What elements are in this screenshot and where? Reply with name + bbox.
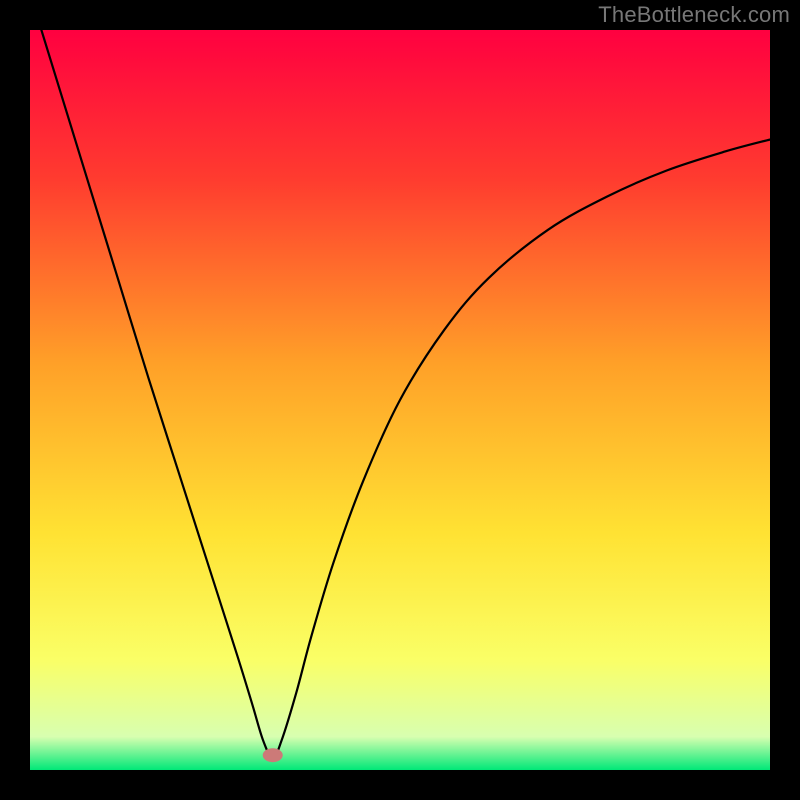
minimum-marker	[263, 748, 283, 762]
chart-frame: TheBottleneck.com	[0, 0, 800, 800]
watermark-text: TheBottleneck.com	[598, 2, 790, 28]
bottleneck-chart	[0, 0, 800, 800]
